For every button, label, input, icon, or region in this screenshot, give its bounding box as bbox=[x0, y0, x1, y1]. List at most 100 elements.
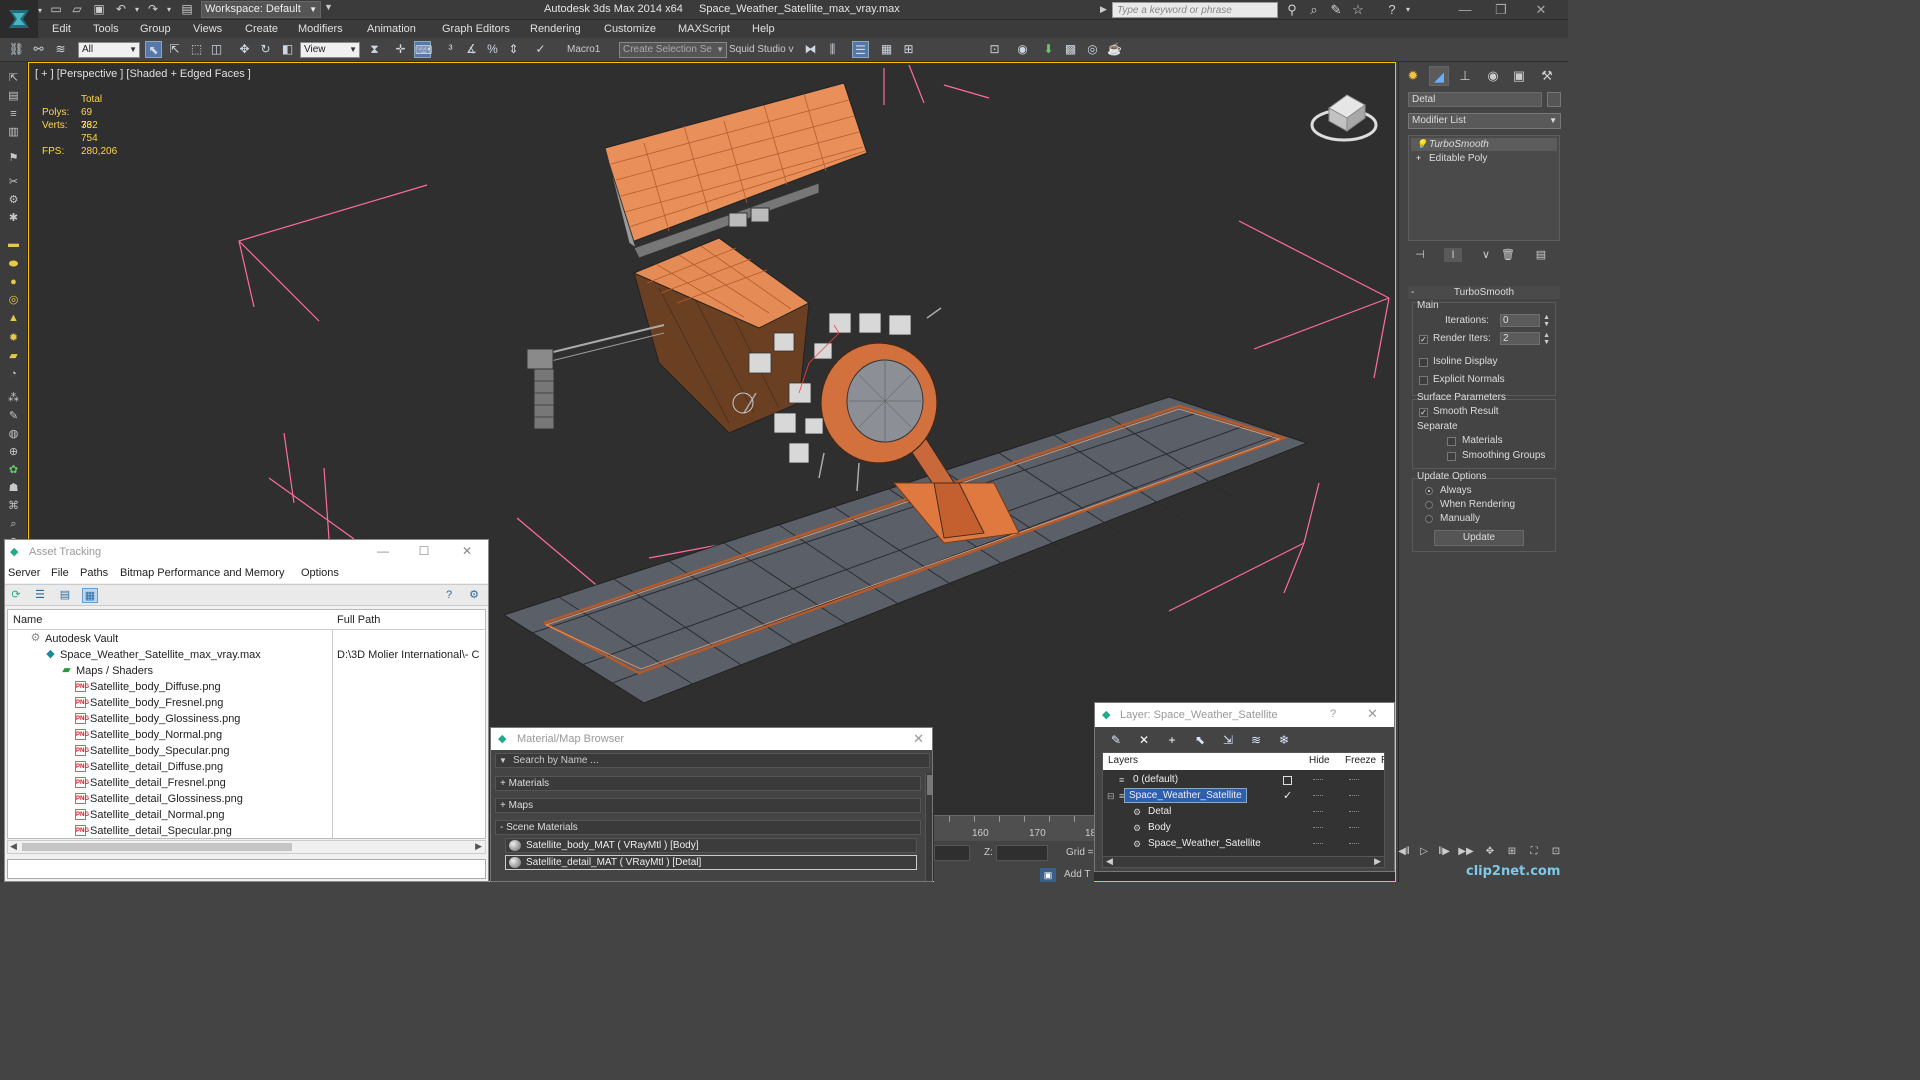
key-mode-icon[interactable]: ✥ bbox=[1482, 844, 1498, 860]
asset-menu-paths[interactable]: Paths bbox=[80, 567, 108, 579]
scroll-right-icon[interactable]: ▶ bbox=[475, 841, 482, 852]
cone-icon[interactable]: ⬬ bbox=[6, 258, 21, 271]
layer-row[interactable]: ⚙ Space_Weather_Satellite bbox=[1103, 836, 1384, 852]
isoline-display-checkbox[interactable] bbox=[1419, 358, 1428, 367]
materials-section[interactable]: + Materials bbox=[495, 776, 921, 791]
highlight-layer-icon[interactable]: ⇲ bbox=[1219, 732, 1237, 748]
asset-row[interactable]: PNG Satellite_detail_Diffuse.png bbox=[8, 759, 485, 775]
smooth-result-checkbox[interactable]: ✓ bbox=[1419, 408, 1428, 417]
manually-radio[interactable] bbox=[1425, 515, 1433, 523]
lightbulb-icon[interactable]: 💡 bbox=[1416, 139, 1427, 149]
modifier-list-dropdown[interactable]: Modifier List ▼ bbox=[1408, 113, 1561, 129]
open-file-icon[interactable]: ▱ bbox=[70, 3, 84, 16]
plugin-icon[interactable]: ✿ bbox=[6, 464, 21, 477]
menu-maxscript[interactable]: MAXScript bbox=[678, 23, 730, 35]
column-header-layers[interactable]: Layers bbox=[1108, 755, 1138, 766]
column-header-render[interactable]: R bbox=[1381, 755, 1384, 766]
selection-filter-dropdown[interactable]: All ▼ bbox=[78, 42, 140, 58]
add-time-tag[interactable]: ▣ Add T bbox=[1040, 866, 1094, 882]
z-coordinate-field[interactable] bbox=[996, 845, 1048, 861]
paint-icon[interactable]: ✎ bbox=[6, 410, 21, 423]
keyboard-shortcut-override-icon[interactable]: ⌨ bbox=[414, 41, 432, 58]
display-tab-icon[interactable]: ▣ bbox=[1509, 66, 1529, 86]
hierarchy-tab-icon[interactable]: ⊥ bbox=[1455, 66, 1475, 86]
always-radio[interactable] bbox=[1425, 487, 1433, 495]
menu-rendering[interactable]: Rendering bbox=[530, 23, 581, 35]
hide-toggle[interactable] bbox=[1313, 843, 1323, 844]
table-view-icon[interactable]: ▦ bbox=[82, 588, 98, 603]
workspace-expand-icon[interactable]: ▼ bbox=[324, 2, 333, 12]
render-production-icon[interactable]: ◎ bbox=[1084, 41, 1101, 58]
help-search-input[interactable]: Type a keyword or phrase bbox=[1112, 2, 1278, 18]
zoom-extents-icon[interactable]: ⊞ bbox=[1504, 844, 1520, 860]
add-to-layer-icon[interactable]: + bbox=[1163, 732, 1181, 748]
asset-tracking-titlebar[interactable]: ◆ Asset Tracking — ☐ ✕ bbox=[5, 540, 488, 563]
undo-dropdown-icon[interactable]: ▾ bbox=[130, 3, 144, 16]
light-icon[interactable]: ✹ bbox=[6, 332, 21, 345]
render-setup-icon[interactable]: ⬇ bbox=[1040, 41, 1057, 58]
viewport-label[interactable]: [ + ] [Perspective ] [Shaded + Edged Fac… bbox=[35, 68, 251, 80]
menu-help[interactable]: Help bbox=[752, 23, 775, 35]
layer-window-titlebar[interactable]: ◆ Layer: Space_Weather_Satellite ? ✕ bbox=[1095, 703, 1394, 727]
modify-tab-icon[interactable]: ◢ bbox=[1429, 66, 1449, 86]
align-icon[interactable]: ⫼ bbox=[824, 41, 841, 58]
favorites-star-icon[interactable]: ☆ bbox=[1350, 2, 1366, 18]
hide-toggle[interactable] bbox=[1313, 795, 1323, 796]
systems-icon[interactable]: ✱ bbox=[6, 212, 21, 225]
layer-manager-icon[interactable]: ☰ bbox=[852, 41, 869, 58]
project-folder-icon[interactable]: ▤ bbox=[180, 3, 194, 16]
display-icon[interactable]: ▥ bbox=[6, 126, 21, 139]
scene-material-item[interactable]: Satellite_detail_MAT ( VRayMtl ) [Detal] bbox=[505, 855, 917, 870]
asset-row[interactable]: PNG Satellite_body_Normal.png bbox=[8, 727, 485, 743]
menu-graph-editors[interactable]: Graph Editors bbox=[442, 23, 510, 35]
unlink-icon[interactable]: ⚯ bbox=[30, 41, 47, 58]
rectangle-selection-icon[interactable]: ⬚ bbox=[188, 41, 205, 58]
scroll-right-icon[interactable]: ▶ bbox=[1374, 856, 1381, 867]
scroll-left-icon[interactable]: ◀ bbox=[10, 841, 17, 852]
render-iters-spinner[interactable]: 2 ▲ ▼ bbox=[1500, 332, 1550, 346]
scale-icon[interactable]: ◧ bbox=[279, 41, 296, 58]
asset-row[interactable]: PNG Satellite_detail_Fresnel.png bbox=[8, 775, 485, 791]
redo-icon[interactable]: ↷ bbox=[146, 3, 160, 16]
go-to-end-icon[interactable]: ▶▶ bbox=[1458, 844, 1474, 860]
modify-icon[interactable]: ▤ bbox=[6, 90, 21, 103]
scene-materials-section[interactable]: - Scene Materials bbox=[495, 820, 921, 835]
layer-row[interactable]: ≡ Space_Weather_Satellite ✓ ⊟ bbox=[1103, 788, 1384, 804]
asset-row[interactable]: PNG Satellite_body_Specular.png bbox=[8, 743, 485, 759]
update-button[interactable]: Update bbox=[1434, 530, 1524, 546]
help-icon[interactable]: ? bbox=[441, 588, 457, 603]
menu-tools[interactable]: Tools bbox=[93, 23, 119, 35]
when-rendering-radio[interactable] bbox=[1425, 501, 1433, 509]
close-icon[interactable]: ✕ bbox=[453, 543, 481, 559]
rotate-icon[interactable]: ↻ bbox=[257, 41, 274, 58]
asset-row[interactable]: PNG Satellite_body_Diffuse.png bbox=[8, 679, 485, 695]
pyramid-icon[interactable]: ▲ bbox=[6, 312, 21, 325]
asset-menu-server[interactable]: Server bbox=[8, 567, 40, 579]
material-icon[interactable]: ◍ bbox=[6, 428, 21, 441]
active-layer-box-icon[interactable] bbox=[1283, 776, 1292, 785]
camera-icon[interactable]: ⚑ bbox=[6, 152, 21, 165]
freeze-toggle[interactable] bbox=[1349, 811, 1359, 812]
layer-row[interactable]: ⚙ Body bbox=[1103, 820, 1384, 836]
column-header-freeze[interactable]: Freeze bbox=[1345, 755, 1376, 766]
menu-create[interactable]: Create bbox=[245, 23, 278, 35]
mirror-icon[interactable]: ⧓ bbox=[802, 41, 819, 58]
asset-menu-file[interactable]: File bbox=[51, 567, 69, 579]
close-icon[interactable]: ✕ bbox=[1367, 706, 1378, 722]
new-file-icon[interactable]: ▭ bbox=[49, 3, 63, 16]
material-search-input[interactable]: ▼ Search by Name ... bbox=[495, 753, 930, 768]
binoculars-icon[interactable]: ⚲ bbox=[1284, 2, 1300, 18]
angle-snap-icon[interactable]: ∡ bbox=[463, 41, 480, 58]
spinner-arrows-icon[interactable]: ▲ ▼ bbox=[1543, 332, 1550, 346]
play-icon[interactable]: ▷ bbox=[1416, 844, 1432, 860]
script-icon[interactable]: ☗ bbox=[6, 482, 21, 495]
asset-row[interactable]: ⚙ Autodesk Vault bbox=[8, 631, 485, 647]
array-icon[interactable]: ⁂ bbox=[6, 392, 21, 405]
graphite-tools-icon[interactable]: ▦ bbox=[878, 41, 895, 58]
remove-modifier-icon[interactable]: 🗑 bbox=[1499, 248, 1517, 262]
field-of-view-icon[interactable]: ⛶ bbox=[1526, 844, 1542, 860]
stack-item-turbosmooth[interactable]: 💡 TurboSmooth bbox=[1411, 138, 1557, 151]
freeze-toggle[interactable] bbox=[1349, 827, 1359, 828]
select-by-name-icon[interactable]: ⇱ bbox=[166, 41, 183, 58]
make-unique-icon[interactable]: ∨ bbox=[1477, 248, 1495, 262]
